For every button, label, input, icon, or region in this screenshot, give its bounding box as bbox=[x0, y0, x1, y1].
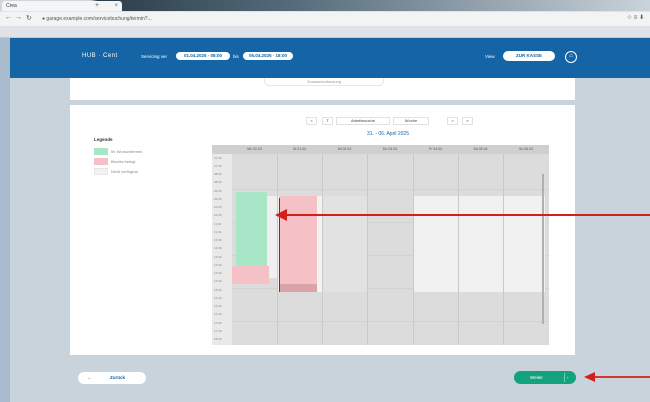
today-button[interactable]: T bbox=[322, 117, 333, 125]
time-label: 13:30 bbox=[214, 263, 222, 267]
busy-appointment bbox=[279, 284, 317, 292]
annotation-arrow-next bbox=[584, 372, 650, 382]
legend-swatch bbox=[94, 148, 108, 155]
grid-line bbox=[232, 189, 549, 190]
prev-week-button[interactable]: < bbox=[306, 117, 317, 125]
browser-toolbar: ← → ↻ ● garage.example.com/servicebuchun… bbox=[0, 12, 650, 26]
summary-chip[interactable]: Zusammenfassung bbox=[264, 78, 384, 86]
chevron-right-icon: › bbox=[567, 375, 569, 380]
next-button-label: Weiter bbox=[530, 375, 543, 380]
day-header: Do 03.04 bbox=[382, 147, 398, 151]
time-label: 07:30 bbox=[214, 164, 222, 168]
busy-appointment bbox=[232, 266, 269, 284]
time-label: 13:00 bbox=[214, 255, 222, 259]
user-icon[interactable]: ⌂ bbox=[565, 51, 577, 63]
view-button[interactable]: ZUR KASSE bbox=[503, 51, 555, 61]
time-label: 10:00 bbox=[214, 205, 222, 209]
time-label: 09:30 bbox=[214, 197, 222, 201]
calendar-header: Mo 31.03 Di 01.04 Mi 02.04 Do 03.04 Fr 0… bbox=[212, 145, 549, 154]
time-label: 17:00 bbox=[214, 321, 222, 325]
window-edge bbox=[0, 38, 10, 402]
time-label: 08:00 bbox=[214, 172, 222, 176]
legend-label: Ihr Wunschtermin bbox=[111, 149, 143, 154]
legend-label: Bereits belegt bbox=[111, 159, 136, 164]
date-from-pill[interactable]: 01.04.2025 · 08:00 bbox=[176, 52, 230, 60]
time-label: 10:30 bbox=[214, 213, 222, 217]
grid-line bbox=[232, 321, 549, 322]
next-button[interactable]: Weiter › bbox=[514, 371, 576, 384]
time-label: 09:00 bbox=[214, 189, 222, 193]
time-label: 07:00 bbox=[214, 156, 222, 160]
day-header: Sa 05.04 bbox=[473, 147, 488, 151]
button-divider bbox=[564, 373, 565, 382]
time-label: 16:00 bbox=[214, 304, 222, 308]
browser-tab[interactable]: Crea × bbox=[2, 1, 122, 11]
time-label: 15:00 bbox=[214, 288, 222, 292]
selected-appointment[interactable] bbox=[236, 192, 267, 269]
last-week-button[interactable]: » bbox=[462, 117, 473, 125]
time-label: 14:00 bbox=[214, 271, 222, 275]
day-column bbox=[458, 154, 459, 345]
app-title: HUB · Cent bbox=[82, 53, 118, 59]
reload-icon[interactable]: ↻ bbox=[26, 14, 32, 22]
time-label: 18:00 bbox=[214, 337, 222, 341]
view-label: View bbox=[485, 54, 495, 59]
toolbar-icons[interactable]: ☆ ≡ ⬇ bbox=[627, 14, 644, 21]
day-header: So 06.04 bbox=[518, 147, 533, 151]
browser-chrome: Crea × + ← → ↻ ● garage.example.com/serv… bbox=[0, 0, 650, 38]
time-label: 16:30 bbox=[214, 312, 222, 316]
time-label: 11:00 bbox=[214, 222, 222, 226]
legend-title: Legende bbox=[94, 137, 113, 142]
day-column bbox=[413, 154, 414, 345]
legend-swatch bbox=[94, 158, 108, 165]
next-week-button[interactable]: > bbox=[447, 117, 458, 125]
new-tab-icon[interactable]: + bbox=[93, 2, 101, 10]
date-to-label: bis bbox=[233, 54, 239, 59]
day-column bbox=[322, 154, 323, 345]
back-icon[interactable]: ← bbox=[5, 14, 12, 21]
time-column: 07:00 07:30 08:00 08:30 09:00 09:30 10:0… bbox=[212, 154, 232, 345]
time-label: 08:30 bbox=[214, 180, 222, 184]
legend-label: Nicht verfügbar bbox=[111, 169, 139, 174]
day-header: Mo 31.03 bbox=[247, 147, 262, 151]
forward-icon[interactable]: → bbox=[15, 14, 22, 21]
scrollbar[interactable] bbox=[542, 174, 544, 324]
time-label: 15:30 bbox=[214, 296, 222, 300]
annotation-arrow-calendar bbox=[275, 209, 650, 221]
time-label: 17:30 bbox=[214, 329, 222, 333]
back-button[interactable]: ← Zurück bbox=[78, 372, 146, 384]
day-column bbox=[277, 154, 278, 345]
summary-card: Zusammenfassung bbox=[70, 78, 575, 100]
day-column bbox=[367, 154, 368, 345]
arrow-left-icon: ← bbox=[87, 375, 92, 380]
day-column bbox=[503, 154, 504, 345]
week-calendar: Mo 31.03 Di 01.04 Mi 02.04 Do 03.04 Fr 0… bbox=[212, 145, 549, 345]
time-label: 11:30 bbox=[214, 230, 222, 234]
legend-swatch bbox=[94, 168, 108, 175]
time-label: 12:30 bbox=[214, 246, 222, 250]
time-label: 12:00 bbox=[214, 238, 222, 242]
address-bar[interactable]: ● garage.example.com/servicebuchung/term… bbox=[42, 15, 562, 24]
day-header: Di 01.04 bbox=[292, 147, 307, 151]
day-header: Fr 04.04 bbox=[428, 147, 443, 151]
calendar-card: Legende Ihr Wunschtermin Bereits belegt … bbox=[70, 105, 575, 355]
date-to-pill[interactable]: 05.04.2025 · 18:00 bbox=[243, 52, 293, 60]
time-label: 14:30 bbox=[214, 279, 222, 283]
week-button[interactable]: Woche bbox=[393, 117, 429, 125]
app-header: HUB · Cent Servicing ver 01.04.2025 · 08… bbox=[10, 38, 650, 78]
tab-title: Crea bbox=[6, 3, 17, 9]
workweek-button[interactable]: Arbeitswoche bbox=[336, 117, 390, 125]
period-label: Servicing ver bbox=[141, 54, 168, 59]
tab-strip: Crea × + bbox=[0, 0, 650, 11]
back-button-label: Zurück bbox=[110, 375, 126, 380]
week-range-title: 31. - 06. April 2025 bbox=[367, 131, 409, 137]
close-icon[interactable]: × bbox=[114, 1, 118, 11]
day-header: Mi 02.04 bbox=[337, 147, 352, 151]
calendar-grid[interactable] bbox=[232, 154, 549, 345]
